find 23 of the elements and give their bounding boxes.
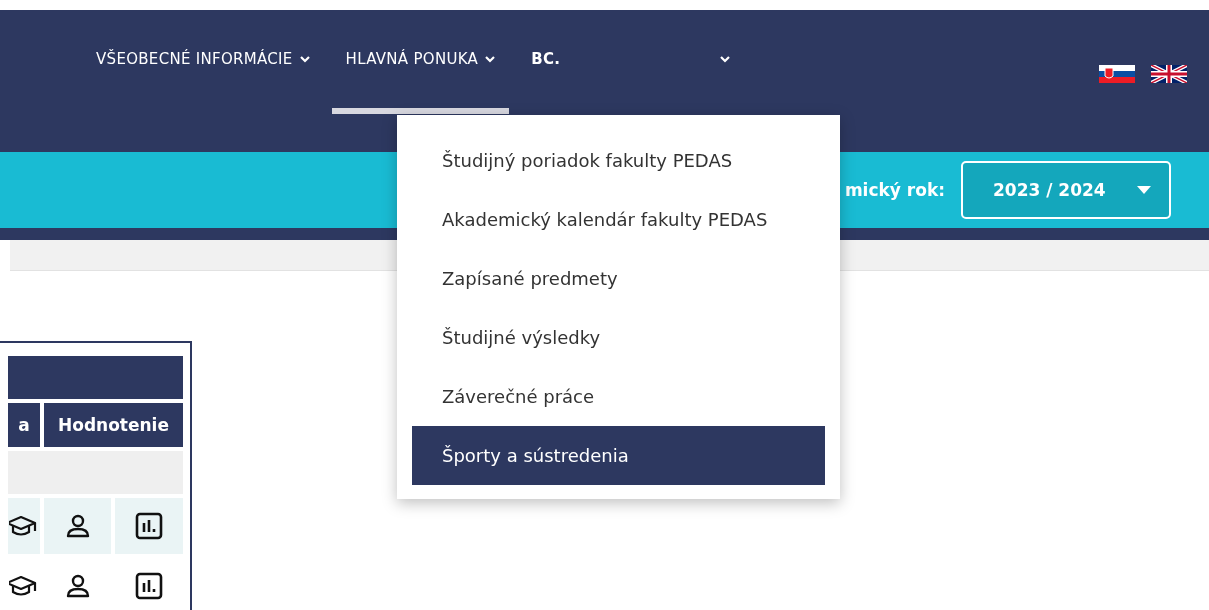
nav-menu-item[interactable]: BC. (517, 10, 745, 114)
chevron-down-icon (720, 55, 731, 63)
slovak-flag-icon[interactable] (1099, 65, 1135, 83)
chevron-down-icon (485, 55, 496, 63)
menu-item[interactable]: Záverečné práce (412, 367, 825, 426)
menu-item[interactable]: Zapísané predmety (412, 249, 825, 308)
menu-item[interactable]: Študijné výsledky (412, 308, 825, 367)
bar-chart-icon[interactable] (135, 572, 163, 600)
caret-icon (1137, 186, 1151, 194)
nav-menu-item[interactable]: VŠEOBECNÉ INFORMÁCIE (96, 10, 324, 114)
graduation-cap-icon[interactable] (9, 574, 39, 598)
graduation-cap-icon[interactable] (9, 514, 39, 538)
menu-item[interactable]: Študijný poriadok fakulty PEDAS (412, 131, 825, 190)
column-header: a (8, 403, 40, 447)
british-flag-icon[interactable] (1151, 65, 1187, 83)
bar-chart-icon[interactable] (135, 512, 163, 540)
column-header: Hodnotenie (44, 403, 183, 447)
chevron-down-icon (299, 55, 310, 63)
menu-item[interactable]: Športy a sústredenia (412, 426, 825, 485)
person-icon[interactable] (64, 513, 91, 539)
year-label: mický rok: (844, 180, 945, 200)
person-icon[interactable] (64, 573, 91, 599)
menu-item[interactable]: Akademický kalendár fakulty PEDAS (412, 190, 825, 249)
